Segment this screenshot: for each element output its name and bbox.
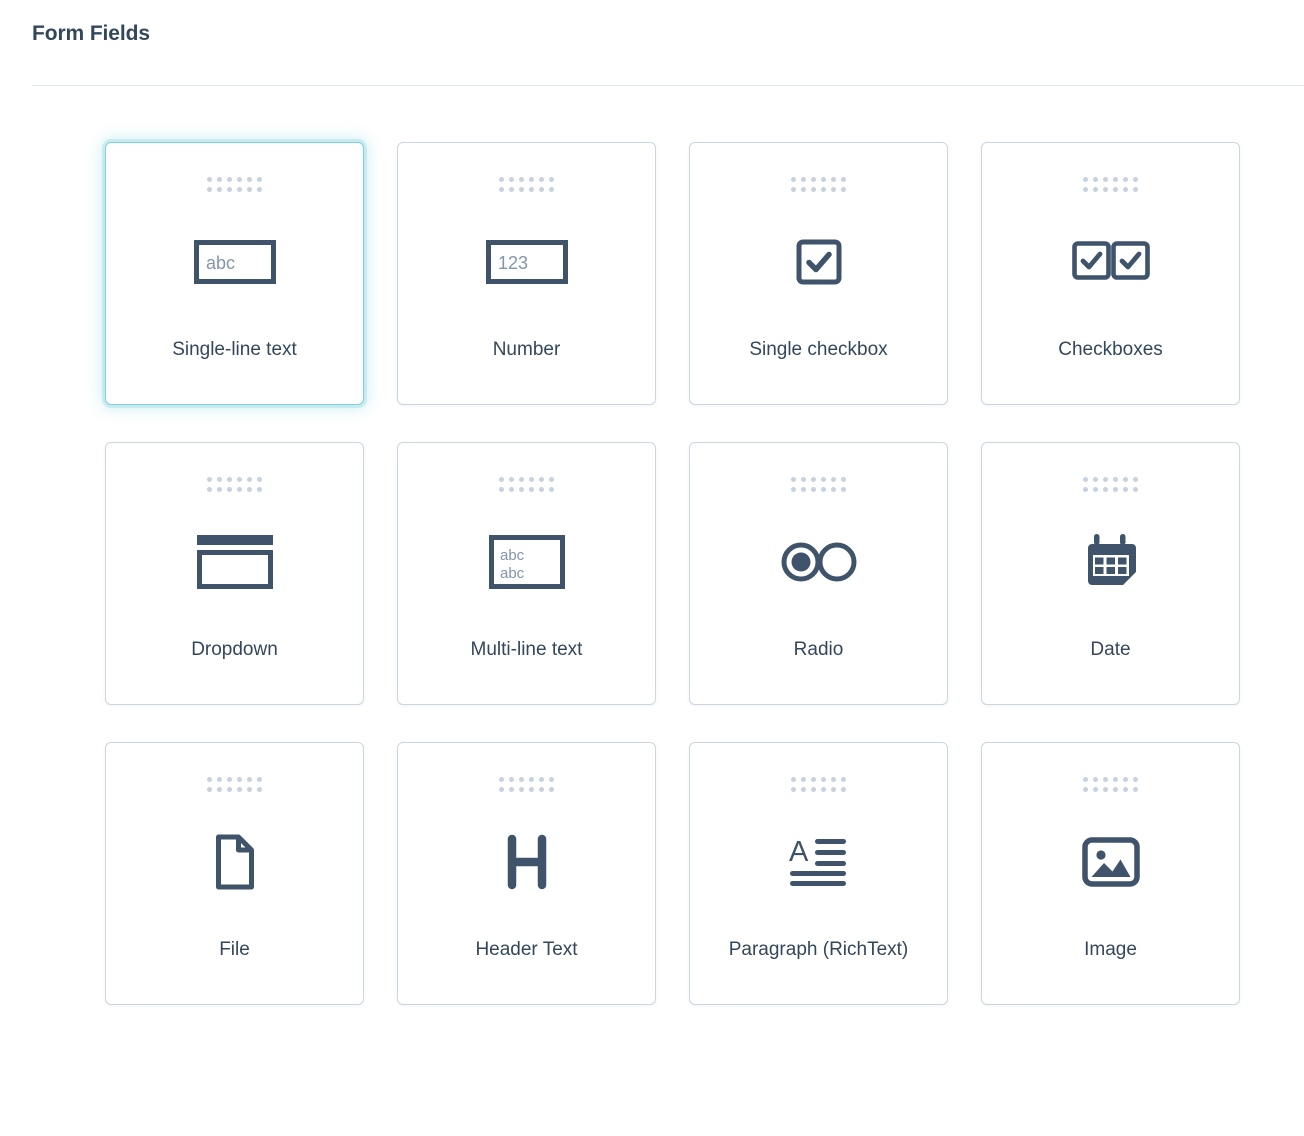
- field-card-label: Paragraph (RichText): [728, 939, 909, 960]
- field-card-header-text[interactable]: Header Text: [397, 742, 656, 1005]
- field-card-label: Single-line text: [172, 339, 297, 360]
- field-card-paragraph-richtext[interactable]: A Paragraph (RichText): [689, 742, 948, 1005]
- field-card-label: Image: [1084, 939, 1137, 960]
- svg-text:123: 123: [498, 253, 528, 273]
- header-divider: [32, 85, 1304, 86]
- calendar-icon: [982, 486, 1239, 638]
- svg-text:A: A: [789, 836, 809, 868]
- svg-text:abc: abc: [206, 253, 235, 273]
- multiple-checkboxes-checked-icon: [982, 186, 1239, 338]
- number-input-123-icon: 123: [398, 186, 655, 338]
- field-card-label: File: [219, 939, 250, 960]
- field-card-label: Header Text: [475, 939, 578, 960]
- svg-text:abc: abc: [500, 565, 525, 582]
- checkbox-checked-icon: [690, 186, 947, 338]
- textarea-abc-abc-icon: abc abc: [398, 486, 655, 638]
- rich-text-paragraph-icon: A: [690, 786, 947, 938]
- field-card-file[interactable]: File: [105, 742, 364, 1005]
- dropdown-select-icon: [106, 486, 363, 638]
- field-card-image[interactable]: Image: [981, 742, 1240, 1005]
- field-card-multi-line-text[interactable]: abc abc Multi-line text: [397, 442, 656, 705]
- file-document-icon: [106, 786, 363, 938]
- form-fields-page: Form Fields abc Single-line text 123 Num…: [0, 0, 1304, 1136]
- field-card-date[interactable]: Date: [981, 442, 1240, 705]
- svg-text:abc: abc: [500, 547, 525, 564]
- page-title: Form Fields: [32, 22, 150, 45]
- field-card-label: Radio: [793, 639, 844, 660]
- field-card-single-checkbox[interactable]: Single checkbox: [689, 142, 948, 405]
- text-input-abc-icon: abc: [106, 186, 363, 338]
- field-card-dropdown[interactable]: Dropdown: [105, 442, 364, 705]
- field-card-checkboxes[interactable]: Checkboxes: [981, 142, 1240, 405]
- image-picture-icon: [982, 786, 1239, 938]
- field-card-single-line-text[interactable]: abc Single-line text: [105, 142, 364, 405]
- page-header: Form Fields: [0, 0, 1304, 48]
- field-card-number[interactable]: 123 Number: [397, 142, 656, 405]
- field-card-label: Multi-line text: [470, 639, 583, 660]
- field-card-label: Single checkbox: [749, 339, 888, 360]
- heading-h-icon: [398, 786, 655, 938]
- field-card-label: Number: [492, 339, 561, 360]
- field-card-radio[interactable]: Radio: [689, 442, 948, 705]
- field-card-label: Checkboxes: [1058, 339, 1163, 360]
- radio-buttons-icon: [690, 486, 947, 638]
- field-card-label: Dropdown: [191, 639, 278, 660]
- form-fields-grid: abc Single-line text 123 Number Single c…: [105, 142, 1240, 1005]
- field-card-label: Date: [1090, 639, 1131, 660]
